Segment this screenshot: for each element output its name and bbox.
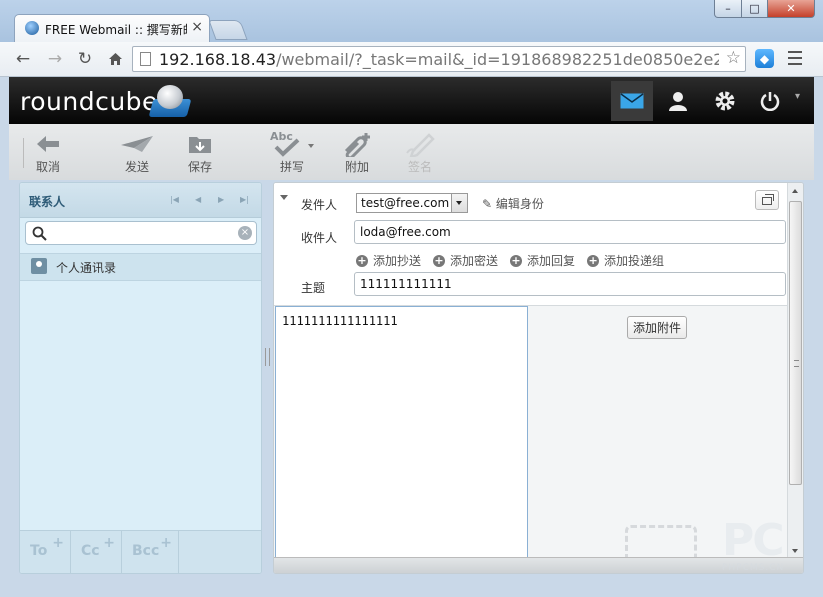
save-folder-icon: [175, 130, 225, 158]
roundcube-logo-icon: [147, 85, 192, 119]
extension-icon[interactable]: ◆: [755, 49, 774, 68]
maximize-editor-icon[interactable]: [755, 190, 779, 210]
signature-button[interactable]: 签名: [395, 130, 445, 175]
subject-label: 主题: [301, 281, 326, 295]
add-followup-to-link[interactable]: + 添加投递组: [587, 252, 664, 269]
plus-icon: +: [160, 535, 172, 551]
save-button[interactable]: 保存: [175, 130, 225, 175]
to-field[interactable]: loda@free.com: [354, 220, 786, 244]
paperclip-icon: [332, 130, 382, 158]
reload-icon[interactable]: ↻: [74, 48, 96, 70]
add-reply-to-link[interactable]: + 添加回复: [510, 252, 575, 269]
add-cc-button[interactable]: Cc +: [71, 531, 122, 573]
window-close-button[interactable]: ✕: [767, 0, 815, 18]
add-cc-link[interactable]: + 添加抄送: [356, 252, 421, 269]
back-arrow-icon[interactable]: ←: [12, 48, 34, 70]
add-bcc-button[interactable]: Bcc +: [122, 531, 179, 573]
page-icon: [140, 52, 151, 66]
recipient-buttons: To + Cc + Bcc +: [20, 530, 261, 573]
roundcube-favicon-icon: [25, 21, 39, 35]
window-minimize-button[interactable]: –: [714, 0, 742, 18]
svg-text:Abc: Abc: [270, 130, 293, 143]
header-menu-chevron-icon[interactable]: ▾: [795, 91, 800, 102]
contacts-title: 联系人: [29, 195, 66, 209]
plus-circle-icon: +: [587, 253, 600, 267]
spellcheck-icon: Abc: [267, 130, 317, 158]
scroll-up-icon[interactable]: [792, 189, 798, 193]
cancel-button[interactable]: 取消: [23, 130, 73, 175]
message-body-editor[interactable]: 1111111111111111: [275, 306, 528, 558]
phpcms-watermark: PC PHPCMS.CN: [722, 515, 785, 573]
plus-circle-icon: +: [356, 253, 368, 267]
attachment-dropzone-icon: [625, 525, 697, 558]
address-book-label: 个人通讯录: [56, 261, 117, 275]
send-button[interactable]: 发送: [112, 130, 162, 175]
last-page-icon[interactable]: ▶|: [240, 195, 249, 204]
first-page-icon[interactable]: |◀: [170, 195, 179, 204]
add-header-links: + 添加抄送 + 添加密送 + 添加回复 + 添加投递组: [356, 252, 664, 269]
settings-icon[interactable]: [704, 81, 746, 121]
plus-circle-icon: +: [433, 253, 446, 267]
plus-icon: +: [52, 535, 64, 551]
next-page-icon[interactable]: ▶: [218, 195, 224, 204]
contacts-search-input[interactable]: ×: [25, 221, 257, 245]
app-logo-text: roundcube: [20, 87, 158, 116]
browser-titlebar: FREE Webmail :: 撰写新邮件 × – □ ✕: [0, 0, 823, 42]
bookmark-star-icon[interactable]: ☆: [726, 48, 741, 68]
add-bcc-link[interactable]: + 添加密送: [433, 252, 498, 269]
edit-identity-link[interactable]: ✎ 编辑身份: [482, 195, 544, 212]
paper-plane-icon: [112, 130, 162, 158]
add-to-button[interactable]: To +: [20, 531, 71, 573]
collapse-headers-icon[interactable]: [280, 195, 288, 200]
forward-arrow-icon[interactable]: →: [44, 48, 66, 70]
address-book-icon: [31, 258, 47, 274]
pencil-icon: ✎: [482, 197, 493, 211]
home-icon[interactable]: [104, 48, 126, 70]
search-icon: [32, 226, 47, 244]
to-label: 收件人: [301, 231, 338, 245]
compose-headers: 发件人 test@free.com ✎ 编辑身份 收件人 loda@free.c…: [274, 183, 789, 306]
browser-menu-icon[interactable]: [788, 50, 802, 66]
address-bar[interactable]: 192.168.18.43/webmail/?_task=mail&_id=19…: [132, 46, 746, 72]
chevron-down-icon: [451, 194, 467, 212]
compose-scrollbar[interactable]: [787, 183, 803, 559]
contacts-icon[interactable]: [657, 81, 699, 121]
tab-close-icon[interactable]: ×: [191, 19, 203, 35]
browser-toolbar: ← → ↻ 192.168.18.43/webmail/?_task=mail&…: [0, 42, 823, 77]
panel-splitter-handle[interactable]: [265, 348, 270, 366]
subject-field[interactable]: 111111111111: [354, 272, 786, 296]
url-text: 192.168.18.43/webmail/?_task=mail&_id=19…: [159, 50, 719, 69]
add-attachment-button[interactable]: 添加附件: [627, 316, 688, 339]
app-header: roundcube ▾: [9, 77, 814, 124]
from-label: 发件人: [301, 198, 338, 212]
new-tab-button[interactable]: [208, 20, 248, 40]
browser-tab[interactable]: FREE Webmail :: 撰写新邮件 ×: [14, 14, 210, 42]
plus-circle-icon: +: [510, 253, 523, 267]
prev-page-icon[interactable]: ◀: [195, 195, 201, 204]
mail-icon[interactable]: [611, 81, 653, 121]
search-reset-icon[interactable]: ×: [238, 226, 252, 240]
tab-title: FREE Webmail :: 撰写新邮件: [45, 23, 187, 37]
window-maximize-button[interactable]: □: [741, 0, 768, 18]
pen-icon: [395, 130, 445, 158]
from-select[interactable]: test@free.com: [356, 193, 468, 213]
plus-icon: +: [103, 535, 115, 551]
spellcheck-button[interactable]: Abc 拼写: [267, 130, 317, 175]
contacts-panel-header: 联系人 |◀ ◀ ▶ ▶|: [20, 183, 261, 218]
compose-toolbar: 取消 发送 保存 Abc 拼写 附加 签名: [9, 124, 814, 180]
logout-icon[interactable]: [749, 81, 791, 121]
contacts-panel: 联系人 |◀ ◀ ▶ ▶| × 个人通讯录 To + Cc + Bcc +: [19, 182, 262, 574]
attach-button[interactable]: 附加: [332, 130, 382, 175]
address-book-item[interactable]: 个人通讯录: [20, 253, 261, 281]
back-arrow-icon: [23, 130, 73, 158]
scrollbar-thumb[interactable]: [789, 201, 802, 485]
